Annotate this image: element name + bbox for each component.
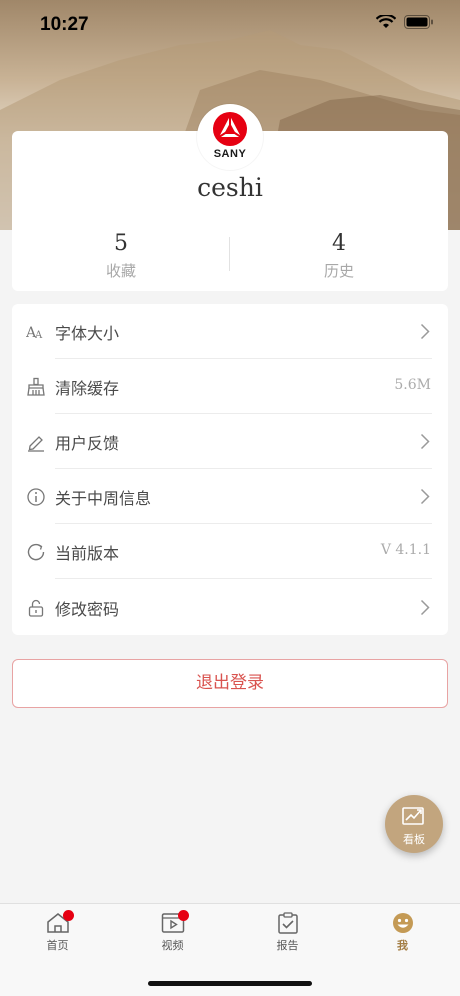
chart-trend-icon: [402, 807, 424, 825]
cache-size-value: 5.6M: [394, 377, 431, 393]
menu-item-feedback[interactable]: 用户反馈: [12, 414, 448, 469]
tab-report[interactable]: 报告: [230, 912, 345, 962]
font-size-icon: A A: [26, 325, 43, 341]
notification-badge: [63, 910, 74, 921]
chevron-right-icon: [420, 433, 430, 450]
tab-me[interactable]: 我: [345, 912, 460, 962]
tab-label: 我: [397, 940, 408, 952]
sany-logo-icon: [213, 112, 247, 146]
version-value: V 4.1.1: [380, 542, 431, 558]
favorites-label: 收藏: [105, 262, 136, 280]
tab-video[interactable]: 视频: [115, 910, 230, 962]
home-indicator: [148, 981, 312, 986]
history-count: 4: [332, 231, 346, 256]
favorites-count: 5: [114, 231, 128, 256]
battery-icon: [404, 15, 433, 29]
stat-favorites[interactable]: 5 收藏: [12, 231, 230, 281]
smiley-icon: [392, 913, 413, 933]
svg-text:A: A: [34, 330, 43, 341]
wifi-icon: [376, 15, 396, 28]
tab-label: 视频: [161, 940, 184, 952]
menu-label: 清除缓存: [55, 379, 120, 398]
dashboard-fab-button[interactable]: 看板: [385, 795, 443, 853]
chevron-right-icon: [420, 488, 430, 505]
divider: [55, 578, 432, 579]
tab-label: 报告: [276, 940, 299, 952]
clipboard-check-icon: [277, 912, 298, 934]
refresh-icon: [27, 543, 45, 561]
username: ceshi: [197, 173, 263, 202]
tab-label: 首页: [46, 940, 69, 952]
status-bar: 10:27: [0, 0, 460, 50]
avatar[interactable]: SANY: [197, 104, 263, 170]
menu-item-clear-cache[interactable]: 清除缓存 5.6M: [12, 359, 448, 414]
pen-icon: [28, 436, 44, 452]
menu-item-font-size[interactable]: A A 字体大小: [12, 304, 448, 359]
fab-label: 看板: [403, 833, 425, 846]
settings-menu: A A 字体大小 清除缓存 5.6M 用户反馈 关于中周信息 当前版本 V 4.…: [12, 304, 448, 635]
history-label: 历史: [323, 262, 354, 280]
menu-label: 用户反馈: [55, 434, 120, 453]
lock-icon: [28, 599, 44, 617]
notification-badge: [178, 910, 189, 921]
broom-icon: [27, 377, 45, 396]
status-time: 10:27: [40, 14, 89, 35]
menu-item-version[interactable]: 当前版本 V 4.1.1: [12, 524, 448, 579]
brand-text: SANY: [213, 148, 247, 160]
menu-label: 当前版本: [55, 544, 120, 563]
chevron-right-icon: [420, 323, 430, 340]
stat-history[interactable]: 4 历史: [230, 231, 448, 281]
menu-label: 关于中周信息: [55, 489, 152, 508]
menu-label: 字体大小: [55, 324, 120, 343]
chevron-right-icon: [420, 599, 430, 616]
menu-item-change-password[interactable]: 修改密码: [12, 580, 448, 635]
info-icon: [27, 488, 45, 506]
menu-label: 修改密码: [55, 600, 120, 619]
tab-home[interactable]: 首页: [0, 910, 115, 962]
logout-button[interactable]: 退出登录: [12, 659, 448, 708]
menu-item-about[interactable]: 关于中周信息: [12, 469, 448, 524]
